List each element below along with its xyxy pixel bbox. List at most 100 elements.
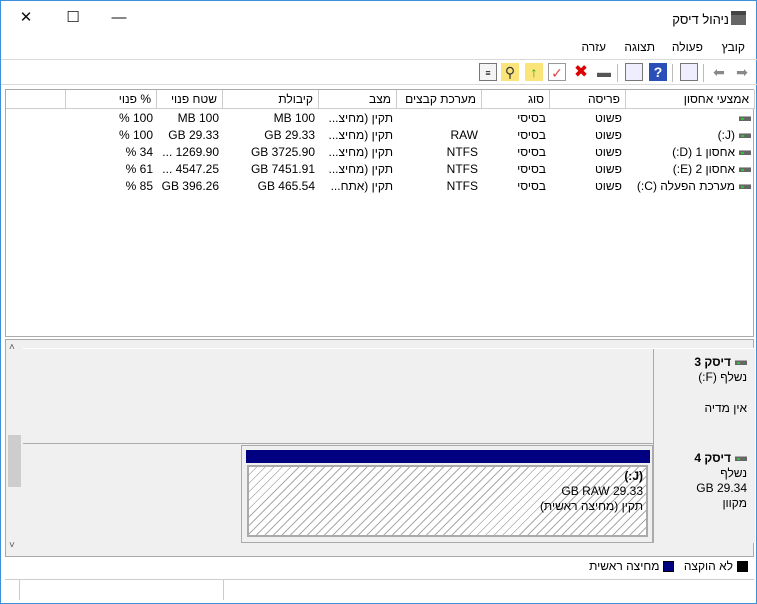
cell-text: אחסון 1 (D:) <box>672 145 735 159</box>
cell-text: אחסון 2 (E:) <box>672 162 735 176</box>
cell-text: בסיסי <box>517 145 546 159</box>
legend-unallocated: לא הוקצה <box>683 559 733 573</box>
close-button[interactable]: ✕ <box>11 7 41 29</box>
cell-status: תקין (אתח... <box>319 178 397 195</box>
cell-free-space: MB 100 <box>157 110 223 127</box>
legend: לא הוקצה מחיצה ראשית <box>5 557 754 578</box>
cell-text: NTFS <box>446 179 478 193</box>
volume-icon <box>739 116 751 122</box>
settings-icon[interactable]: ≡ <box>479 63 497 81</box>
cell-text: MB 100 <box>273 111 315 125</box>
cell-text: פשוט <box>594 128 622 142</box>
cell-filesystem: NTFS <box>397 144 482 161</box>
minimize-button[interactable]: — <box>104 7 134 29</box>
cell-text: GB 396.26 <box>161 179 219 193</box>
partition-j-status: תקין (מחיצה ראשית) <box>539 499 643 513</box>
scroll-up-icon[interactable]: ˄ <box>9 342 15 353</box>
cell-text: מערכת הפעלה (C:) <box>636 179 735 193</box>
partition-j[interactable]: (J:) GB RAW 29.33 תקין (מחיצה ראשית) <box>241 445 653 543</box>
properties-icon[interactable] <box>680 63 698 81</box>
check-icon[interactable]: ✓ <box>548 63 566 81</box>
column-header-free-space[interactable]: שטח פנוי <box>157 90 223 109</box>
cell-text: % 34 <box>125 145 153 159</box>
cell-free-space: ... 4547.25 <box>157 161 223 178</box>
legend-primary-swatch <box>663 561 675 573</box>
cell-text: תקין (אתח... <box>330 179 393 193</box>
forward-icon[interactable]: ➡ <box>733 63 751 81</box>
toolbar: ➡ ⬅ ? ▬ ✖ ✓ ↑ ⚲ ≡ <box>1 59 757 85</box>
cell-type: בסיסי <box>482 178 550 195</box>
volume-list: אמצעי אחסון פריסה סוג מערכת קבצים מצב קי… <box>5 89 755 337</box>
partition-j-body[interactable]: (J:) GB RAW 29.33 תקין (מחיצה ראשית) <box>247 465 648 537</box>
legend-primary: מחיצה ראשית <box>589 559 660 573</box>
disk-3-label[interactable]: דיסק 3 נשלף (F:) אין מדיה <box>653 349 755 445</box>
scroll-down-icon[interactable]: ˅ <box>9 540 15 551</box>
cell-text: בסיסי <box>517 111 546 125</box>
cell-free-space: GB 396.26 <box>157 178 223 195</box>
table-row[interactable]: (J:) פשוט בסיסי RAW תקין (מחיצ... GB 29.33 GB … <box>6 127 753 144</box>
cell-type: בסיסי <box>482 161 550 178</box>
column-header-type[interactable]: סוג <box>482 90 550 109</box>
menu-file[interactable]: קובץ <box>722 40 745 54</box>
cell-text: GB 465.54 <box>257 179 315 193</box>
table-row[interactable]: אחסון 1 (D:) פשוט בסיסי NTFS תקין (מחיצ... GB… <box>6 144 753 161</box>
menu-help[interactable]: עזרה <box>581 40 606 54</box>
vertical-scrollbar[interactable]: ˄ ˅ <box>6 340 23 556</box>
disk-management-window: ניהול דיסק ✕ ☐ — קובץ פעולה תצוגה עזרה ➡… <box>0 0 757 604</box>
cell-capacity: GB 7451.91 <box>223 161 319 178</box>
disk-3-type: נשלף (F:) <box>698 370 747 384</box>
disk-icon <box>735 456 747 462</box>
cell-type: בסיסי <box>482 144 550 161</box>
help-icon[interactable]: ? <box>649 63 667 81</box>
cell-text: % 100 <box>118 128 153 142</box>
cell-text: GB 7451.91 <box>250 162 315 176</box>
delete-icon[interactable]: ✖ <box>572 63 590 81</box>
cell-capacity: GB 465.54 <box>223 178 319 195</box>
cell-text: תקין (מחיצ... <box>328 111 394 125</box>
menu-action[interactable]: פעולה <box>672 40 703 54</box>
column-header-percent-free[interactable]: % פנוי <box>66 90 157 109</box>
column-header-status[interactable]: מצב <box>319 90 397 109</box>
disk-4-name: דיסק 4 <box>694 451 731 465</box>
disk-icon <box>735 360 747 366</box>
cell-text: % 61 <box>125 162 153 176</box>
disk-4-row: דיסק 4 נשלף GB 29.34 מקוון (J:) GB RAW 2… <box>23 445 755 543</box>
cell-layout: פשוט <box>550 178 626 195</box>
volume-icon <box>739 184 751 190</box>
cell-type: בסיסי <box>482 110 550 127</box>
primary-partition-bar <box>246 450 650 463</box>
cell-layout: פשוט <box>550 127 626 144</box>
column-header-volume[interactable]: אמצעי אחסון <box>626 90 755 109</box>
cell-text: % 100 <box>118 111 153 125</box>
cell-percent-free: % 100 <box>66 110 157 127</box>
cell-text: ... 4547.25 <box>162 162 219 176</box>
disk-graphical-pane: ˄ ˅ דיסק 3 נשלף (F:) אין מדיה דיסק 4 נשל… <box>5 339 755 557</box>
cell-text: NTFS <box>446 145 478 159</box>
cell-text: % 85 <box>125 179 153 193</box>
column-header-capacity[interactable]: קיבולת <box>223 90 319 109</box>
cell-volume: אחסון 2 (E:) <box>626 161 755 178</box>
maximize-button[interactable]: ☐ <box>58 7 88 29</box>
back-icon[interactable]: ⬅ <box>710 63 728 81</box>
folder-search-icon[interactable]: ⚲ <box>501 63 519 81</box>
table-row[interactable]: מערכת הפעלה (C:) פשוט בסיסי NTFS תקין (אתח..… <box>6 178 753 195</box>
cell-percent-free: % 85 <box>66 178 157 195</box>
table-row[interactable]: פשוט בסיסי תקין (מחיצ... MB 100 MB 100 % 100 <box>6 110 753 127</box>
disk-3-row: דיסק 3 נשלף (F:) אין מדיה <box>23 348 755 445</box>
cell-text: (J:) <box>717 128 735 142</box>
cell-text: RAW <box>450 128 478 142</box>
column-header-layout[interactable]: פריסה <box>550 90 626 109</box>
cell-text: GB 3725.90 <box>250 145 315 159</box>
column-header-filesystem[interactable]: מערכת קבצים <box>397 90 482 109</box>
disk-4-label[interactable]: דיסק 4 נשלף GB 29.34 מקוון <box>653 445 755 543</box>
cell-text: MB 100 <box>177 111 219 125</box>
table-row[interactable]: אחסון 2 (E:) פשוט בסיסי NTFS תקין (מחיצ... GB… <box>6 161 753 178</box>
folder-up-icon[interactable]: ↑ <box>525 63 543 81</box>
rescan-disk-icon[interactable]: ▬ <box>595 63 613 81</box>
show-pane-icon[interactable] <box>625 63 643 81</box>
scrollbar-thumb[interactable] <box>8 435 21 487</box>
volume-icon <box>739 133 751 139</box>
disk-management-app-icon <box>731 11 746 25</box>
menu-view[interactable]: תצוגה <box>624 40 655 54</box>
volume-icon <box>739 167 751 173</box>
